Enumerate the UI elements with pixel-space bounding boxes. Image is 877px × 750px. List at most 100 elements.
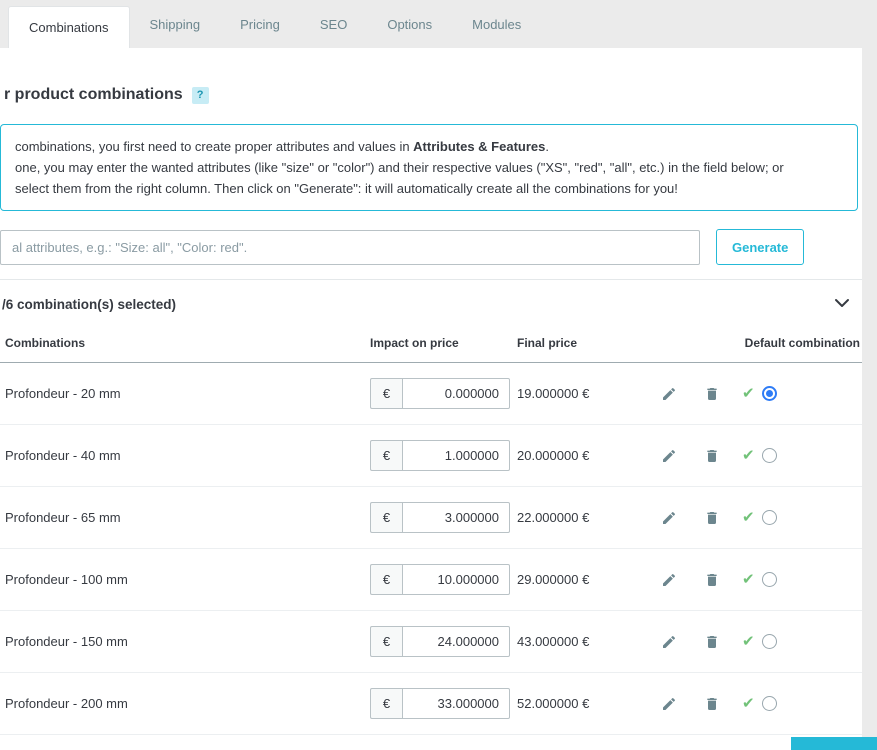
- header-combinations: Combinations: [0, 336, 365, 350]
- default-combination-radio[interactable]: [762, 386, 777, 401]
- combinations-selection-toggle[interactable]: /6 combination(s) selected): [0, 279, 862, 326]
- default-combination-radio[interactable]: [762, 634, 777, 649]
- impact-cell: €: [365, 626, 515, 657]
- impact-cell: €: [365, 502, 515, 533]
- default-combination-radio[interactable]: [762, 696, 777, 711]
- main-panel: r product combinations ? combinations, y…: [0, 48, 862, 750]
- row-actions: [655, 572, 740, 588]
- check-icon: ✔: [742, 448, 755, 463]
- edit-icon[interactable]: [661, 448, 677, 464]
- default-cell: ✔: [740, 448, 862, 463]
- combination-name: Profondeur - 20 mm: [0, 386, 365, 401]
- combination-name: Profondeur - 40 mm: [0, 448, 365, 463]
- combination-row: Profondeur - 100 mm € 29.000000 € ✔: [0, 549, 862, 611]
- chevron-down-icon[interactable]: [834, 295, 850, 313]
- tab-seo[interactable]: SEO: [300, 0, 367, 48]
- combination-row: Profondeur - 40 mm € 20.000000 € ✔: [0, 425, 862, 487]
- delete-icon[interactable]: [704, 572, 720, 588]
- combination-name: Profondeur - 100 mm: [0, 572, 365, 587]
- delete-icon[interactable]: [704, 386, 720, 402]
- currency-symbol: €: [370, 688, 402, 719]
- impact-on-price-input[interactable]: [402, 688, 510, 719]
- default-combination-radio[interactable]: [762, 448, 777, 463]
- delete-icon[interactable]: [704, 696, 720, 712]
- page-title: r product combinations ?: [4, 86, 862, 104]
- impact-on-price-input[interactable]: [402, 626, 510, 657]
- row-actions: [655, 696, 740, 712]
- impact-on-price-input[interactable]: [402, 378, 510, 409]
- row-actions: [655, 448, 740, 464]
- delete-icon[interactable]: [704, 448, 720, 464]
- edit-icon[interactable]: [661, 510, 677, 526]
- bottom-action-bar-partial[interactable]: [791, 737, 877, 750]
- combination-row: Profondeur - 150 mm € 43.000000 € ✔: [0, 611, 862, 673]
- check-icon: ✔: [742, 572, 755, 587]
- final-price: 43.000000 €: [515, 634, 655, 649]
- tab-bar: Combinations Shipping Pricing SEO Option…: [0, 0, 877, 48]
- combination-row: Profondeur - 200 mm € 52.000000 € ✔: [0, 673, 862, 735]
- default-cell: ✔: [740, 386, 862, 401]
- alert-line-1: combinations, you first need to create p…: [15, 136, 843, 157]
- tab-shipping[interactable]: Shipping: [130, 0, 221, 48]
- impact-cell: €: [365, 564, 515, 595]
- edit-icon[interactable]: [661, 634, 677, 650]
- impact-on-price-input[interactable]: [402, 502, 510, 533]
- combination-row: Profondeur - 65 mm € 22.000000 € ✔: [0, 487, 862, 549]
- default-combination-radio[interactable]: [762, 572, 777, 587]
- generator-row: Generate: [0, 229, 862, 265]
- final-price: 20.000000 €: [515, 448, 655, 463]
- delete-icon[interactable]: [704, 634, 720, 650]
- check-icon: ✔: [742, 634, 755, 649]
- check-icon: ✔: [742, 696, 755, 711]
- alert-line-1-text: combinations, you first need to create p…: [15, 139, 413, 154]
- alert-line-1-bold: Attributes & Features: [413, 139, 545, 154]
- attributes-input[interactable]: [0, 230, 700, 265]
- impact-cell: €: [365, 440, 515, 471]
- header-final-price: Final price: [515, 336, 655, 350]
- edit-icon[interactable]: [661, 572, 677, 588]
- edit-icon[interactable]: [661, 696, 677, 712]
- tab-options[interactable]: Options: [367, 0, 452, 48]
- combination-name: Profondeur - 65 mm: [0, 510, 365, 525]
- currency-symbol: €: [370, 502, 402, 533]
- generate-button[interactable]: Generate: [716, 229, 804, 265]
- final-price: 52.000000 €: [515, 696, 655, 711]
- help-icon[interactable]: ?: [192, 87, 209, 104]
- impact-on-price-input[interactable]: [402, 564, 510, 595]
- header-impact-on-price: Impact on price: [365, 336, 515, 350]
- combinations-page: Combinations Shipping Pricing SEO Option…: [0, 0, 877, 750]
- final-price: 29.000000 €: [515, 572, 655, 587]
- currency-symbol: €: [370, 564, 402, 595]
- final-price: 22.000000 €: [515, 510, 655, 525]
- check-icon: ✔: [742, 510, 755, 525]
- tab-combinations[interactable]: Combinations: [8, 6, 130, 48]
- combination-name: Profondeur - 200 mm: [0, 696, 365, 711]
- currency-symbol: €: [370, 440, 402, 471]
- impact-cell: €: [365, 688, 515, 719]
- combination-name: Profondeur - 150 mm: [0, 634, 365, 649]
- default-cell: ✔: [740, 696, 862, 711]
- tab-modules[interactable]: Modules: [452, 0, 541, 48]
- selection-count-label: /6 combination(s) selected): [2, 297, 176, 312]
- header-default-combination: Default combination: [740, 336, 862, 350]
- tab-pricing[interactable]: Pricing: [220, 0, 300, 48]
- info-alert: combinations, you first need to create p…: [0, 124, 858, 211]
- edit-icon[interactable]: [661, 386, 677, 402]
- alert-line-3: select them from the right column. Then …: [15, 178, 843, 199]
- delete-icon[interactable]: [704, 510, 720, 526]
- default-cell: ✔: [740, 572, 862, 587]
- impact-cell: €: [365, 378, 515, 409]
- currency-symbol: €: [370, 626, 402, 657]
- default-cell: ✔: [740, 634, 862, 649]
- default-combination-radio[interactable]: [762, 510, 777, 525]
- page-title-text: r product combinations: [4, 86, 183, 104]
- table-header: Combinations Impact on price Final price…: [0, 326, 862, 363]
- combination-row: Profondeur - 20 mm € 19.000000 € ✔: [0, 363, 862, 425]
- row-actions: [655, 510, 740, 526]
- impact-on-price-input[interactable]: [402, 440, 510, 471]
- row-actions: [655, 386, 740, 402]
- alert-line-2: one, you may enter the wanted attributes…: [15, 157, 843, 178]
- row-actions: [655, 634, 740, 650]
- check-icon: ✔: [742, 386, 755, 401]
- final-price: 19.000000 €: [515, 386, 655, 401]
